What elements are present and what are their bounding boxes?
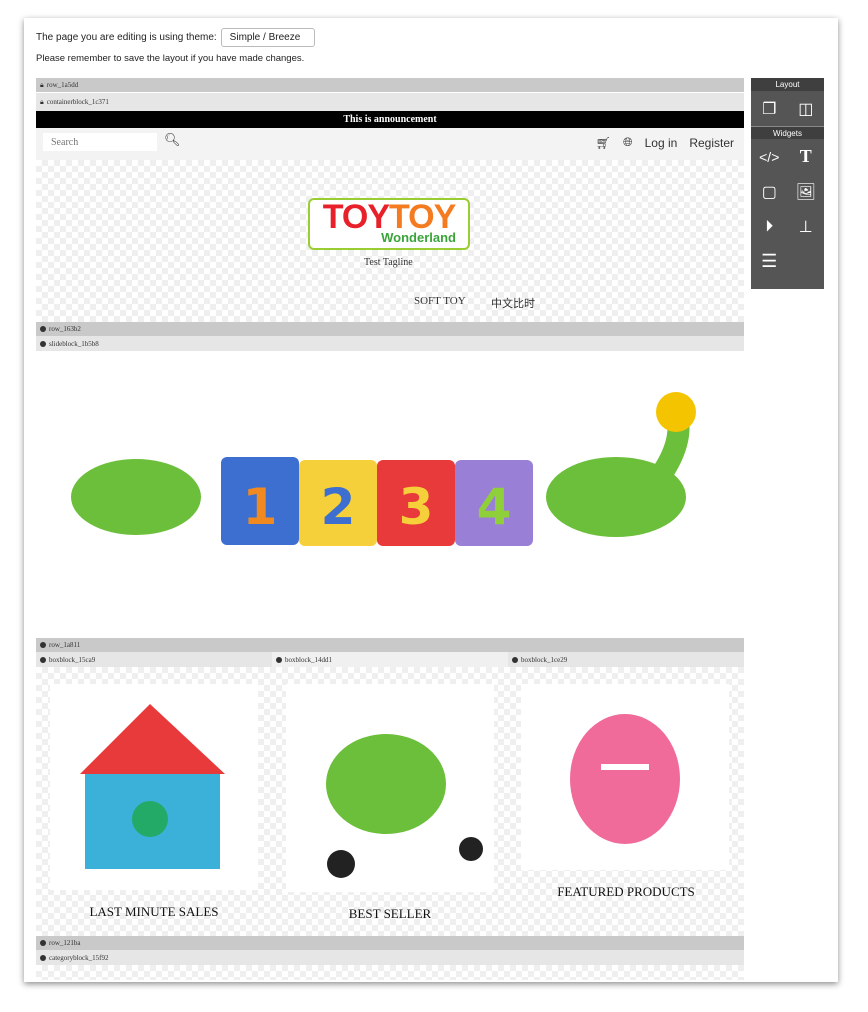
gear-icon[interactable] [40,340,46,347]
lock-icon: 🔒︎ [40,97,44,106]
svg-text:3: 3 [399,478,434,536]
product-image-house[interactable] [50,684,258,890]
cart-icon[interactable]: 🛒︎ [596,136,611,150]
columns-icon[interactable]: ◫ [788,91,824,126]
search-input[interactable] [43,133,157,151]
menu-item-soft-toy[interactable]: SOFT TOY [414,295,466,307]
widgets-heading: Widgets [751,126,824,139]
block-label: categoryblock_15f92 [49,953,109,962]
image-icon[interactable]: 🖼︎ [788,174,824,209]
globe-icon[interactable]: 🌐︎ [623,135,633,150]
gear-icon[interactable] [276,656,282,663]
svg-text:1: 1 [243,478,278,536]
layout-heading: Layout [751,78,824,91]
save-reminder: Please remember to save the layout if yo… [36,53,305,64]
category-block-bar[interactable]: categoryblock_15f92 [36,950,744,965]
row-block-bar[interactable]: row_163b2 [36,322,744,336]
site-logo[interactable]: TOYTOY Wonderland [308,198,470,250]
gear-icon[interactable] [40,326,46,332]
copy-layout-icon[interactable]: ❐ [751,91,787,126]
block-label: row_121ba [49,939,81,947]
block-label: boxblock_14dd1 [285,655,333,664]
product-title[interactable]: LAST MINUTE SALES [36,904,272,920]
product-image-dragon[interactable] [286,684,494,892]
container-block-bar[interactable]: 🔒︎ containerblock_1c371 [36,93,744,111]
lock-icon: 🔒︎ [40,80,44,89]
login-link[interactable]: Log in [645,136,678,150]
theme-notice: The page you are editing is using theme:… [36,28,315,47]
sitemap-icon[interactable]: ⊥ [788,209,824,244]
announcement-bar: This is announcement [36,111,744,128]
box-block-bar[interactable]: boxblock_14dd1 [272,652,508,667]
block-label: boxblock_15ca9 [49,655,96,664]
text-icon[interactable]: T [788,139,824,174]
search-icon[interactable]: 🔍︎ [164,132,181,148]
theme-select[interactable]: Simple / Breeze [220,28,315,47]
block-label: row_1a5dd [46,81,79,89]
slide-image: 1 2 3 4 [36,352,744,637]
product-image-pink-monster[interactable] [521,684,729,870]
menu-item-chinese[interactable]: 中文比时 [491,295,535,311]
row-block-bar[interactable]: row_1a811 [36,638,744,652]
theme-label: The page you are editing is using theme: [36,32,217,43]
block-label: row_1a811 [49,641,81,649]
gear-icon[interactable] [40,656,46,663]
editor-window: The page you are editing is using theme:… [24,18,838,982]
box-block-bar[interactable]: boxblock_1ce29 [508,652,744,667]
site-header: 🔍︎ 🛒︎ 🌐︎ Log in Register [36,128,744,160]
block-label: containerblock_1c371 [46,98,109,106]
box-block-bar[interactable]: boxblock_15ca9 [36,652,272,667]
gear-icon[interactable] [40,940,46,946]
gear-icon[interactable] [40,954,46,961]
category-area [36,965,744,980]
block-label: row_163b2 [49,325,81,333]
gear-icon[interactable] [512,656,518,663]
product-title[interactable]: BEST SELLER [272,906,508,922]
code-icon[interactable]: </> [751,139,787,174]
video-play-icon[interactable]: ⏵︎ [751,209,787,244]
menu-icon[interactable]: ☰ [751,244,787,279]
row-block-bar[interactable]: row_121ba [36,936,744,950]
row-block-bar[interactable]: 🔒︎ row_1a5dd [36,78,744,92]
svg-text:2: 2 [321,478,356,536]
register-link[interactable]: Register [689,136,734,150]
box-icon[interactable]: ▢ [751,174,787,209]
block-label: slideblock_1b5b8 [49,339,99,348]
block-label: boxblock_1ce29 [521,655,568,664]
widget-sidebar: Layout ❐ ◫ Widgets </> T ▢ 🖼︎ ⏵︎ ⊥ ☰ [751,78,824,289]
slide-block-bar[interactable]: slideblock_1b5b8 [36,336,744,351]
product-title[interactable]: FEATURED PRODUCTS [508,884,744,900]
svg-text:4: 4 [477,478,512,536]
gear-icon[interactable] [40,642,46,648]
tagline: Test Tagline [364,257,413,268]
